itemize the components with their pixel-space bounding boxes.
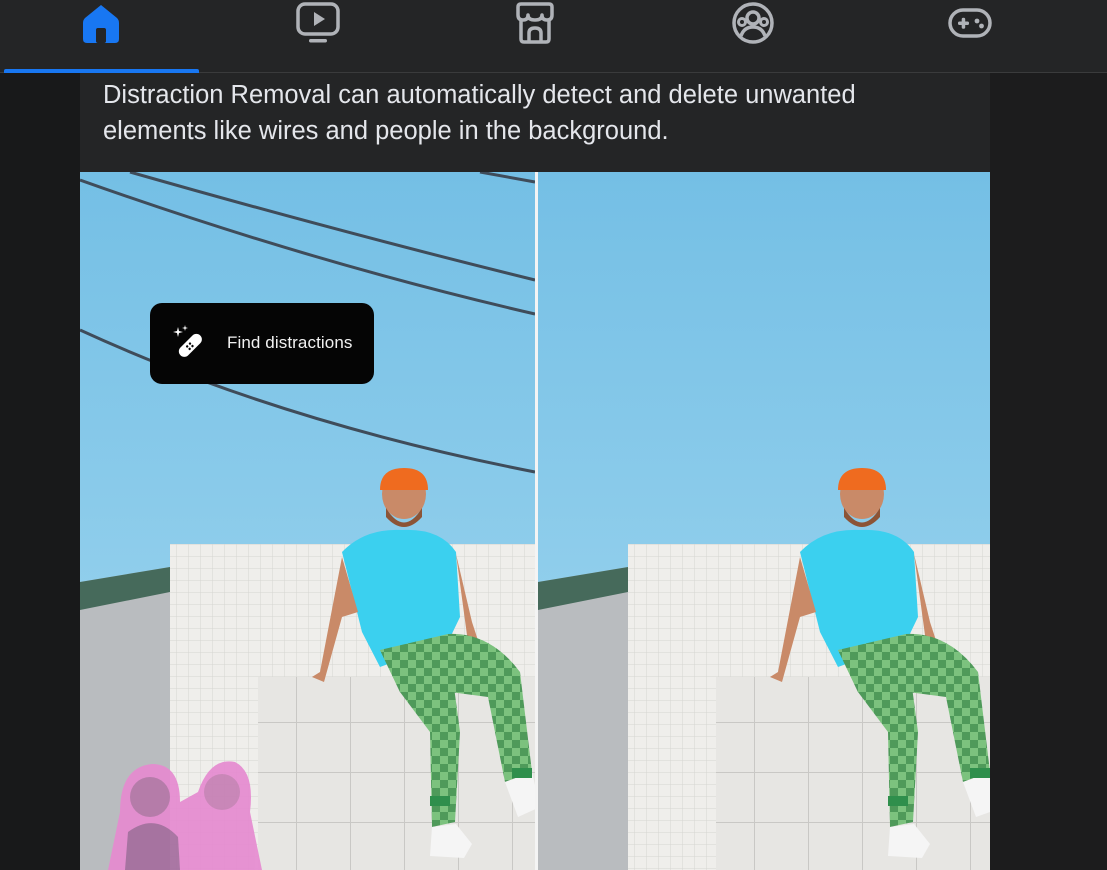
marketplace-icon — [515, 2, 554, 44]
top-navigation-bar — [0, 0, 1107, 73]
tab-groups[interactable] — [654, 0, 851, 72]
compare-divider — [535, 172, 538, 870]
find-distractions-label: Find distractions — [227, 333, 353, 352]
post-image[interactable]: Find distractions — [80, 172, 990, 870]
tab-home[interactable] — [2, 0, 199, 73]
tab-gaming[interactable] — [871, 0, 1068, 72]
after-panel — [538, 172, 990, 870]
tab-video[interactable] — [219, 0, 416, 72]
video-icon — [295, 2, 340, 43]
gaming-icon — [947, 8, 992, 38]
magic-bandage-icon — [173, 325, 202, 357]
before-panel — [80, 172, 540, 870]
feed-post: Distraction Removal can automatically de… — [80, 73, 990, 870]
groups-icon — [731, 2, 774, 44]
find-distractions-button[interactable]: Find distractions — [150, 303, 374, 384]
home-icon — [82, 5, 119, 43]
post-text: Distraction Removal can automatically de… — [103, 81, 856, 145]
right-column — [990, 73, 1107, 870]
tab-marketplace[interactable] — [436, 0, 633, 72]
before-after-photo — [80, 172, 990, 870]
